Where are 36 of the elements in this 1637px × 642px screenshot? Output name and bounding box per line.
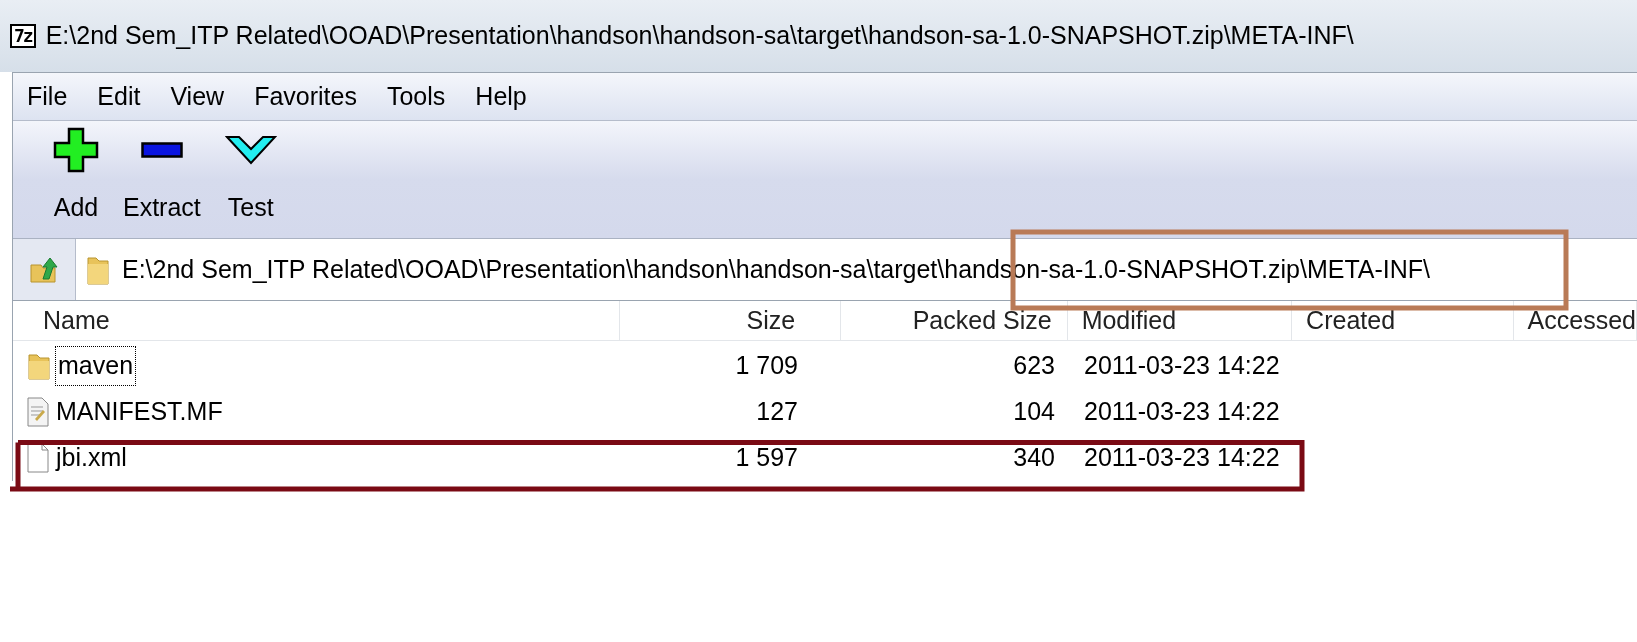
file-name[interactable]: maven	[55, 346, 137, 386]
column-header[interactable]: Created	[1292, 301, 1514, 340]
table-cell-text: 127	[755, 396, 799, 428]
file-name[interactable]: MANIFEST.MF	[53, 392, 226, 432]
menu-item[interactable]: View	[170, 77, 225, 116]
menu-item[interactable]: File	[27, 77, 68, 116]
column-header[interactable]: Packed Size	[841, 301, 1068, 340]
table-cell-text: 340	[1012, 442, 1056, 474]
document-icon	[27, 397, 49, 427]
check-icon	[224, 134, 277, 165]
menu-item[interactable]: Edit	[97, 77, 141, 116]
menu-item[interactable]: Tools	[386, 77, 446, 116]
table-cell-text: 104	[1012, 396, 1056, 428]
app-logo: 7z	[10, 24, 36, 48]
column-header[interactable]: Name	[13, 301, 620, 340]
folder-icon	[27, 351, 51, 381]
toolbar-button[interactable]: Test	[224, 124, 277, 226]
minus-icon	[140, 141, 183, 158]
up-folder-button[interactable]	[13, 239, 75, 300]
table-cell-text: 2011-03-23 14:22	[1083, 350, 1281, 382]
table-cell-text: 1 709	[734, 350, 799, 382]
table-cell-text: 2011-03-23 14:22	[1083, 396, 1281, 428]
table-cell-text: 1 597	[734, 442, 799, 474]
toolbar-button[interactable]: Add	[53, 124, 99, 226]
menu-item[interactable]: Favorites	[254, 77, 357, 116]
file-name[interactable]: jbi.xml	[53, 438, 130, 478]
column-header[interactable]: Accessed	[1513, 301, 1637, 340]
file-icon	[27, 443, 49, 473]
column-header[interactable]: Modified	[1067, 301, 1293, 340]
table-cell-text: 2011-03-23 14:22	[1083, 442, 1281, 474]
menu-item[interactable]: Help	[475, 77, 527, 116]
plus-icon	[53, 126, 99, 173]
table-cell-text: 623	[1012, 350, 1056, 382]
window-title: E:\2nd Sem_ITP Related\OOAD\Presentation\handson\handson-sa\target\handson-sa-1.0-SNAPSHOT.zip\META-INF\	[45, 20, 1354, 52]
toolbar-button[interactable]: Extract	[123, 124, 201, 226]
column-header[interactable]: Size	[619, 301, 842, 340]
